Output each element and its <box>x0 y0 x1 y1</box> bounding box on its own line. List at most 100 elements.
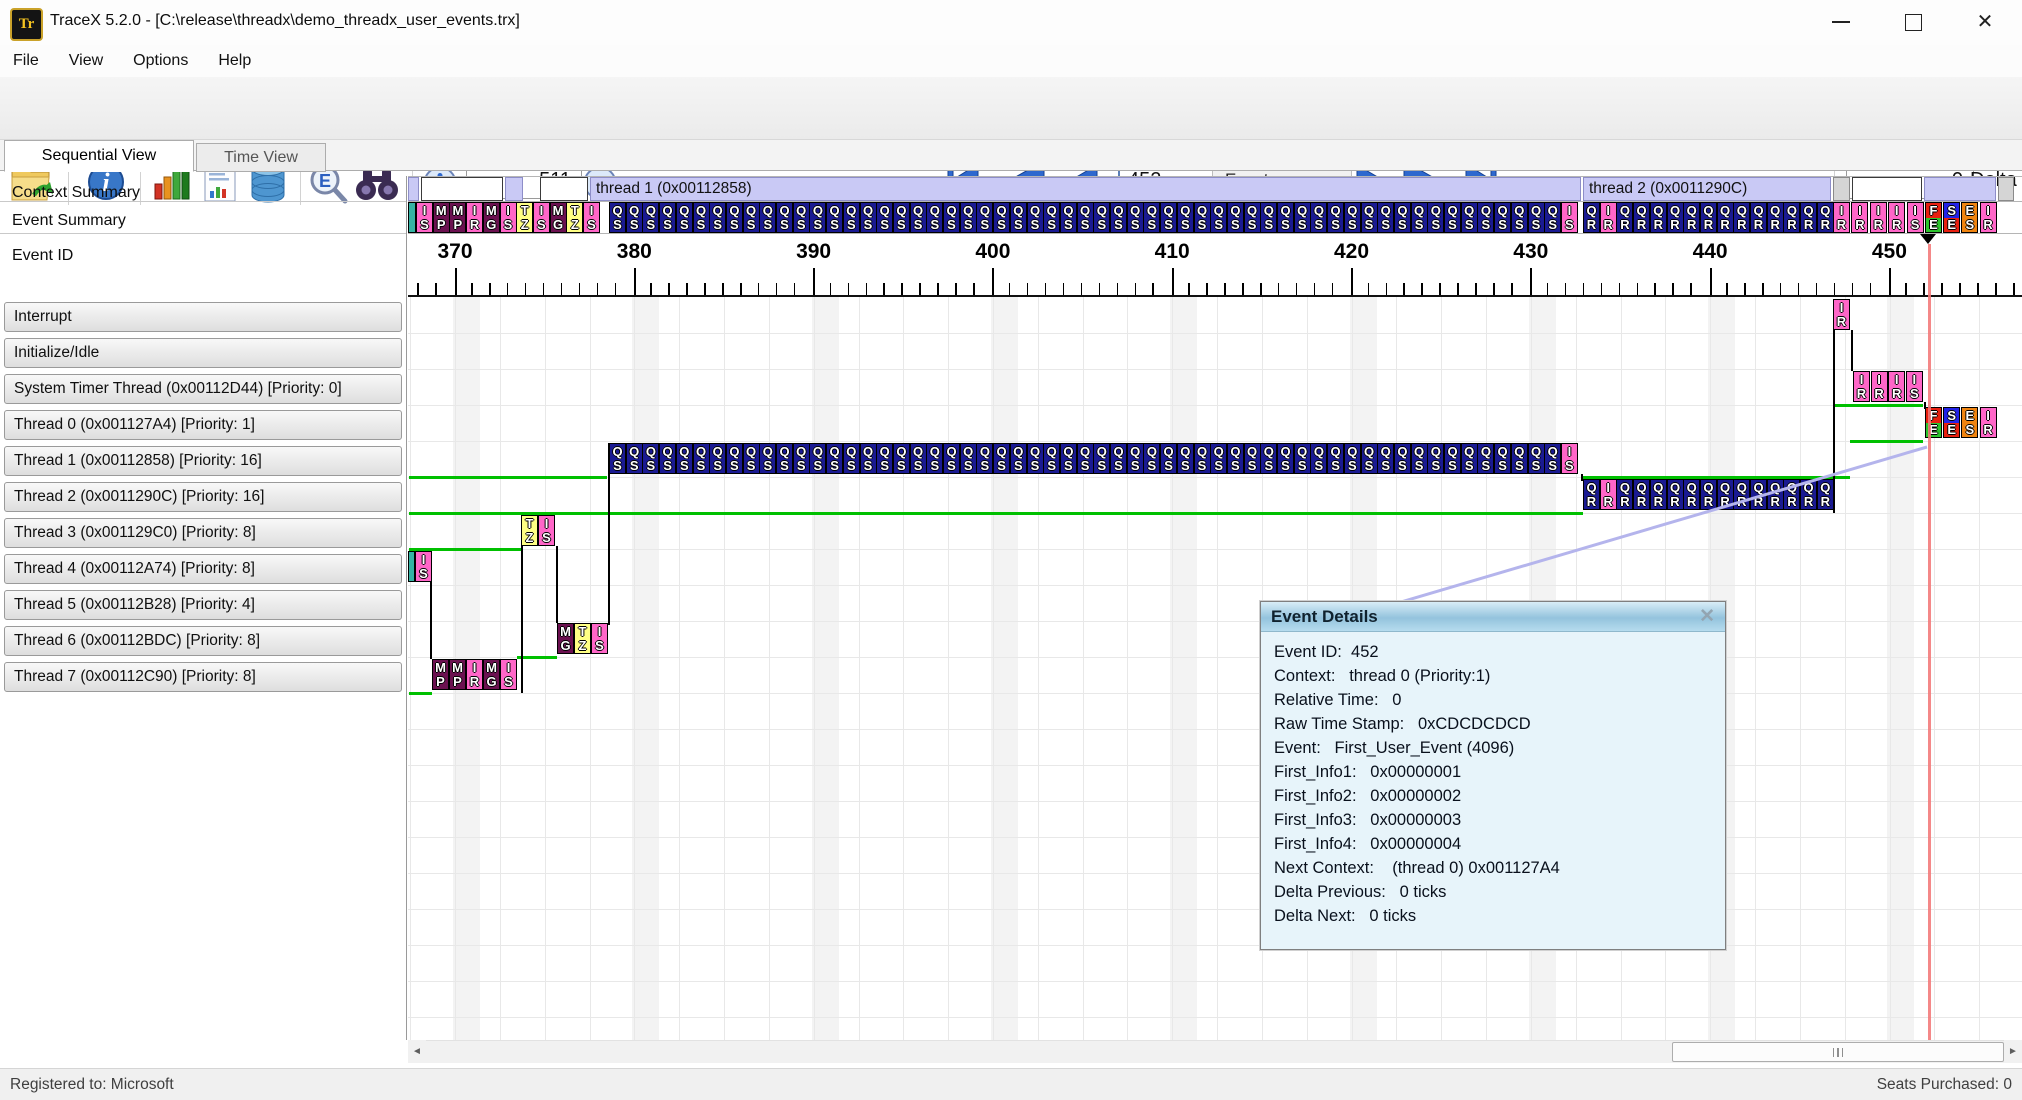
event-glyph-IS[interactable]: IS <box>500 659 517 690</box>
event-glyph-QR[interactable]: QR <box>1633 479 1650 510</box>
context-button-9[interactable]: Thread 6 (0x00112BDC) [Priority: 8] <box>4 626 402 656</box>
event-glyph-QS[interactable]: QS <box>743 443 760 474</box>
event-glyph-QS[interactable]: QS <box>1143 202 1160 233</box>
event-glyph-QR[interactable]: QR <box>1800 202 1817 233</box>
context-segment[interactable] <box>505 177 523 201</box>
event-glyph-IR[interactable]: IR <box>1980 202 1997 233</box>
context-bar-2[interactable]: thread 2 (0x0011290C) <box>1583 177 1831 201</box>
event-glyph-IR[interactable]: IR <box>1851 202 1868 233</box>
event-details-header[interactable]: Event Details ✕ <box>1261 602 1725 632</box>
event-glyph-QS[interactable]: QS <box>1361 202 1378 233</box>
event-glyph-IR[interactable]: IR <box>1833 299 1850 330</box>
event-glyph-QS[interactable]: QS <box>1177 443 1194 474</box>
event-glyph-QS[interactable]: QS <box>1394 443 1411 474</box>
event-glyph-QS[interactable]: QS <box>1444 443 1461 474</box>
event-glyph-TZ[interactable]: TZ <box>574 623 591 654</box>
event-glyph-QR[interactable]: QR <box>1667 479 1684 510</box>
event-glyph-QS[interactable]: QS <box>1461 443 1478 474</box>
event-glyph-QS[interactable]: QS <box>1160 443 1177 474</box>
event-glyph-ES[interactable]: ES <box>1961 407 1978 438</box>
event-glyph-QS[interactable]: QS <box>1511 443 1528 474</box>
event-glyph-QS[interactable]: QS <box>1060 443 1077 474</box>
event-glyph-QS[interactable]: QS <box>1344 443 1361 474</box>
event-glyph-TZ[interactable]: TZ <box>521 515 538 546</box>
event-glyph-QS[interactable]: QS <box>1227 443 1244 474</box>
event-glyph-QS[interactable]: QS <box>1528 202 1545 233</box>
event-glyph-QS[interactable]: QS <box>1010 202 1027 233</box>
event-glyph-QS[interactable]: QS <box>659 202 676 233</box>
event-glyph-QS[interactable]: QS <box>709 443 726 474</box>
event-glyph-QS[interactable]: QS <box>893 443 910 474</box>
event-glyph-IS[interactable]: IS <box>583 202 600 233</box>
event-glyph-QR[interactable]: QR <box>1717 202 1734 233</box>
event-glyph-IR[interactable]: IR <box>1853 371 1870 402</box>
event-glyph-QS[interactable]: QS <box>1544 443 1561 474</box>
event-glyph-QS[interactable]: QS <box>1010 443 1027 474</box>
event-glyph-IR[interactable]: IR <box>1888 371 1905 402</box>
event-glyph-QS[interactable]: QS <box>609 443 626 474</box>
event-glyph-QR[interactable]: QR <box>1750 479 1767 510</box>
event-glyph-QS[interactable]: QS <box>676 202 693 233</box>
event-glyph-IR[interactable]: IR <box>1600 202 1617 233</box>
event-glyph-QS[interactable]: QS <box>943 443 960 474</box>
event-glyph-MG[interactable]: MG <box>483 202 500 233</box>
context-button-7[interactable]: Thread 4 (0x00112A74) [Priority: 8] <box>4 554 402 584</box>
event-glyph-QS[interactable]: QS <box>976 443 993 474</box>
event-glyph-QS[interactable]: QS <box>1494 443 1511 474</box>
event-glyph-SE[interactable]: SE <box>1943 202 1960 233</box>
context-segment[interactable] <box>1833 177 1850 201</box>
context-button-3[interactable]: Thread 0 (0x001127A4) [Priority: 1] <box>4 410 402 440</box>
event-glyph-QS[interactable]: QS <box>1210 443 1227 474</box>
event-glyph-IR[interactable]: IR <box>1980 407 1997 438</box>
event-glyph-IR[interactable]: IR <box>1600 479 1617 510</box>
event-glyph-QS[interactable]: QS <box>1344 202 1361 233</box>
event-glyph-IR[interactable]: IR <box>1871 371 1888 402</box>
event-glyph-QR[interactable]: QR <box>1783 479 1800 510</box>
event-glyph-QS[interactable]: QS <box>626 443 643 474</box>
event-glyph-QS[interactable]: QS <box>1361 443 1378 474</box>
event-glyph-QS[interactable]: QS <box>1427 202 1444 233</box>
event-glyph-IS[interactable]: IS <box>1561 443 1578 474</box>
event-glyph-QS[interactable]: QS <box>1310 202 1327 233</box>
event-glyph-QR[interactable]: QR <box>1616 202 1633 233</box>
context-segment[interactable] <box>1998 177 2014 201</box>
event-glyph-QS[interactable]: QS <box>743 202 760 233</box>
scroll-right-arrow[interactable]: ► <box>2004 1040 2022 1062</box>
event-glyph-QS[interactable]: QS <box>1528 443 1545 474</box>
event-glyph-QS[interactable]: QS <box>1227 202 1244 233</box>
event-glyph-QS[interactable]: QS <box>843 443 860 474</box>
event-glyph-QS[interactable]: QS <box>1110 443 1127 474</box>
event-glyph-QS[interactable]: QS <box>1060 202 1077 233</box>
event-glyph-QS[interactable]: QS <box>1260 443 1277 474</box>
event-glyph-QR[interactable]: QR <box>1650 479 1667 510</box>
context-segment[interactable] <box>408 177 419 201</box>
event-glyph-QS[interactable]: QS <box>1411 443 1428 474</box>
event-glyph-QS[interactable]: QS <box>726 202 743 233</box>
event-glyph-IS[interactable]: IS <box>1561 202 1578 233</box>
context-segment[interactable] <box>1852 177 1922 201</box>
context-button-1[interactable]: Initialize/Idle <box>4 338 402 368</box>
event-glyph-QS[interactable]: QS <box>759 443 776 474</box>
event-glyph-QS[interactable]: QS <box>1461 202 1478 233</box>
event-glyph-QS[interactable]: QS <box>1327 202 1344 233</box>
event-glyph-FE[interactable]: FE <box>1925 202 1942 233</box>
event-glyph-QS[interactable]: QS <box>1277 443 1294 474</box>
event-glyph-QS[interactable]: QS <box>1027 443 1044 474</box>
event-glyph-QS[interactable]: QS <box>926 443 943 474</box>
event-glyph-QS[interactable]: QS <box>826 202 843 233</box>
event-glyph-QS[interactable]: QS <box>960 443 977 474</box>
event-glyph-QS[interactable]: QS <box>1244 443 1261 474</box>
event-glyph-QS[interactable]: QS <box>1077 443 1094 474</box>
event-glyph-QS[interactable]: QS <box>1377 443 1394 474</box>
event-glyph-QS[interactable]: QS <box>1260 202 1277 233</box>
event-glyph-QS[interactable]: QS <box>776 202 793 233</box>
event-glyph-QS[interactable]: QS <box>793 202 810 233</box>
event-glyph-QR[interactable]: QR <box>1700 479 1717 510</box>
context-button-6[interactable]: Thread 3 (0x001129C0) [Priority: 8] <box>4 518 402 548</box>
context-button-5[interactable]: Thread 2 (0x0011290C) [Priority: 16] <box>4 482 402 512</box>
scroll-left-arrow[interactable]: ◄ <box>408 1040 426 1062</box>
event-glyph-QS[interactable]: QS <box>1194 443 1211 474</box>
event-glyph-QS[interactable]: QS <box>1427 443 1444 474</box>
event-glyph-QS[interactable]: QS <box>1160 202 1177 233</box>
event-glyph-QS[interactable]: QS <box>659 443 676 474</box>
